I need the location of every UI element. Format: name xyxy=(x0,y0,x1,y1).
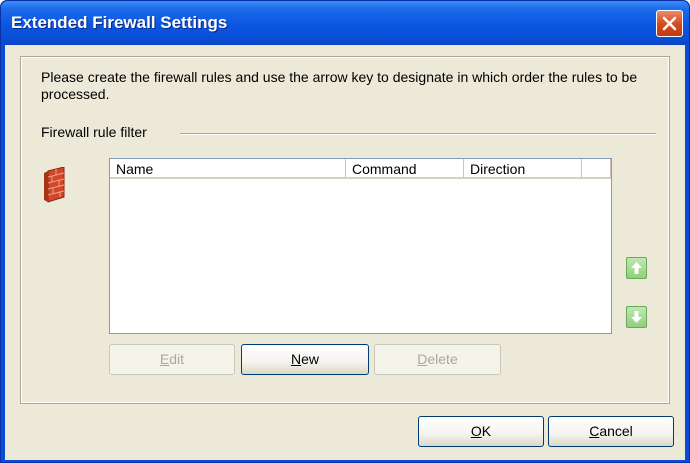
close-icon xyxy=(662,16,677,31)
ok-label: K xyxy=(481,423,492,439)
column-name[interactable]: Name xyxy=(110,159,346,179)
close-button[interactable] xyxy=(656,10,683,37)
window-title: Extended Firewall Settings xyxy=(11,13,228,32)
move-down-button[interactable] xyxy=(626,306,647,328)
edit-button[interactable]: Edit xyxy=(109,344,235,375)
ok-button[interactable]: OK xyxy=(418,416,544,447)
arrow-up-icon xyxy=(631,262,642,274)
cancel-mnemonic: C xyxy=(589,423,600,439)
new-button[interactable]: New xyxy=(241,344,369,375)
delete-mnemonic: D xyxy=(417,351,428,367)
filter-label: Firewall rule filter xyxy=(41,124,155,140)
dialog-body: Please create the firewall rules and use… xyxy=(5,45,685,460)
column-command[interactable]: Command xyxy=(346,159,464,179)
brick-wall-icon xyxy=(44,167,65,203)
edit-label: dit xyxy=(169,351,185,367)
cancel-button[interactable]: Cancel xyxy=(548,416,674,447)
arrow-down-icon xyxy=(631,311,642,323)
column-direction[interactable]: Direction xyxy=(464,159,582,179)
title-bar[interactable]: Extended Firewall Settings xyxy=(1,1,689,45)
new-mnemonic: N xyxy=(290,351,302,367)
new-label: ew xyxy=(301,351,320,367)
move-up-button[interactable] xyxy=(626,257,647,279)
group-separator xyxy=(180,133,656,135)
column-filler xyxy=(582,159,611,179)
ok-mnemonic: O xyxy=(470,423,482,439)
delete-button[interactable]: Delete xyxy=(374,344,501,375)
firewall-rule-list[interactable]: Name Command Direction xyxy=(109,158,612,334)
description-text: Please create the firewall rules and use… xyxy=(41,69,638,102)
list-header: Name Command Direction xyxy=(110,159,611,180)
dialog-window: Extended Firewall Settings Please create… xyxy=(0,0,690,463)
cancel-label: ancel xyxy=(599,423,633,439)
delete-label: elete xyxy=(427,351,458,367)
edit-mnemonic: E xyxy=(159,351,170,367)
